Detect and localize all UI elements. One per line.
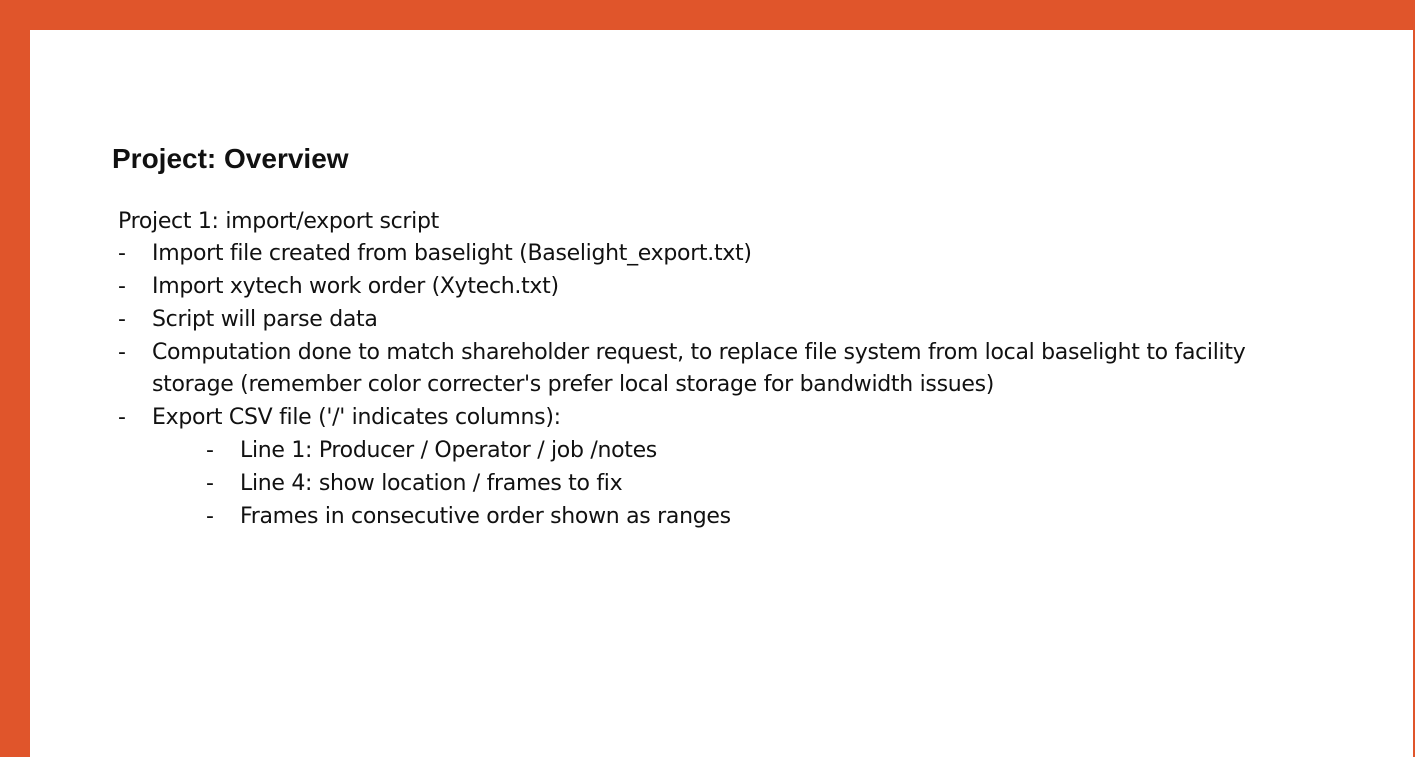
bullet-dash: - xyxy=(206,471,214,496)
bullet-dash: - xyxy=(118,405,126,430)
list-item: - Import file created from baselight (Ba… xyxy=(118,238,1298,270)
sub-list-item-text: Line 4: show location / frames to fix xyxy=(240,471,623,496)
sub-list-item: - Line 4: show location / frames to fix xyxy=(206,468,1298,500)
bullet-dash: - xyxy=(118,274,126,299)
list-item-text: Script will parse data xyxy=(152,307,378,332)
list-item: - Script will parse data xyxy=(118,304,1298,336)
list-item: - Import xytech work order (Xytech.txt) xyxy=(118,271,1298,303)
bullet-dash: - xyxy=(206,504,214,529)
slide-body: Project: Overview Project 1: import/expo… xyxy=(30,30,1413,757)
bullet-dash: - xyxy=(206,438,214,463)
list-item: - Computation done to match shareholder … xyxy=(118,337,1298,401)
list-item-text: Import xytech work order (Xytech.txt) xyxy=(152,274,559,299)
intro-line: Project 1: import/export script xyxy=(118,209,439,234)
sub-list-item: - Line 1: Producer / Operator / job /not… xyxy=(206,435,1298,467)
sub-bullet-list: - Line 1: Producer / Operator / job /not… xyxy=(152,435,1298,533)
slide-content: Project 1: import/export script - Import… xyxy=(118,206,1298,534)
bullet-dash: - xyxy=(118,340,126,365)
sub-list-item: - Frames in consecutive order shown as r… xyxy=(206,501,1298,533)
list-item: - Export CSV file ('/' indicates columns… xyxy=(118,402,1298,533)
sub-list-item-text: Line 1: Producer / Operator / job /notes xyxy=(240,438,657,463)
slide-title: Project: Overview xyxy=(112,143,349,174)
list-item-text: Import file created from baselight (Base… xyxy=(152,241,752,266)
sub-list-item-text: Frames in consecutive order shown as ran… xyxy=(240,504,731,529)
bullet-dash: - xyxy=(118,241,126,266)
list-item-text: Export CSV file ('/' indicates columns): xyxy=(152,405,561,430)
bullet-list: - Import file created from baselight (Ba… xyxy=(118,238,1298,533)
bullet-dash: - xyxy=(118,307,126,332)
list-item-text: Computation done to match shareholder re… xyxy=(152,340,1246,397)
